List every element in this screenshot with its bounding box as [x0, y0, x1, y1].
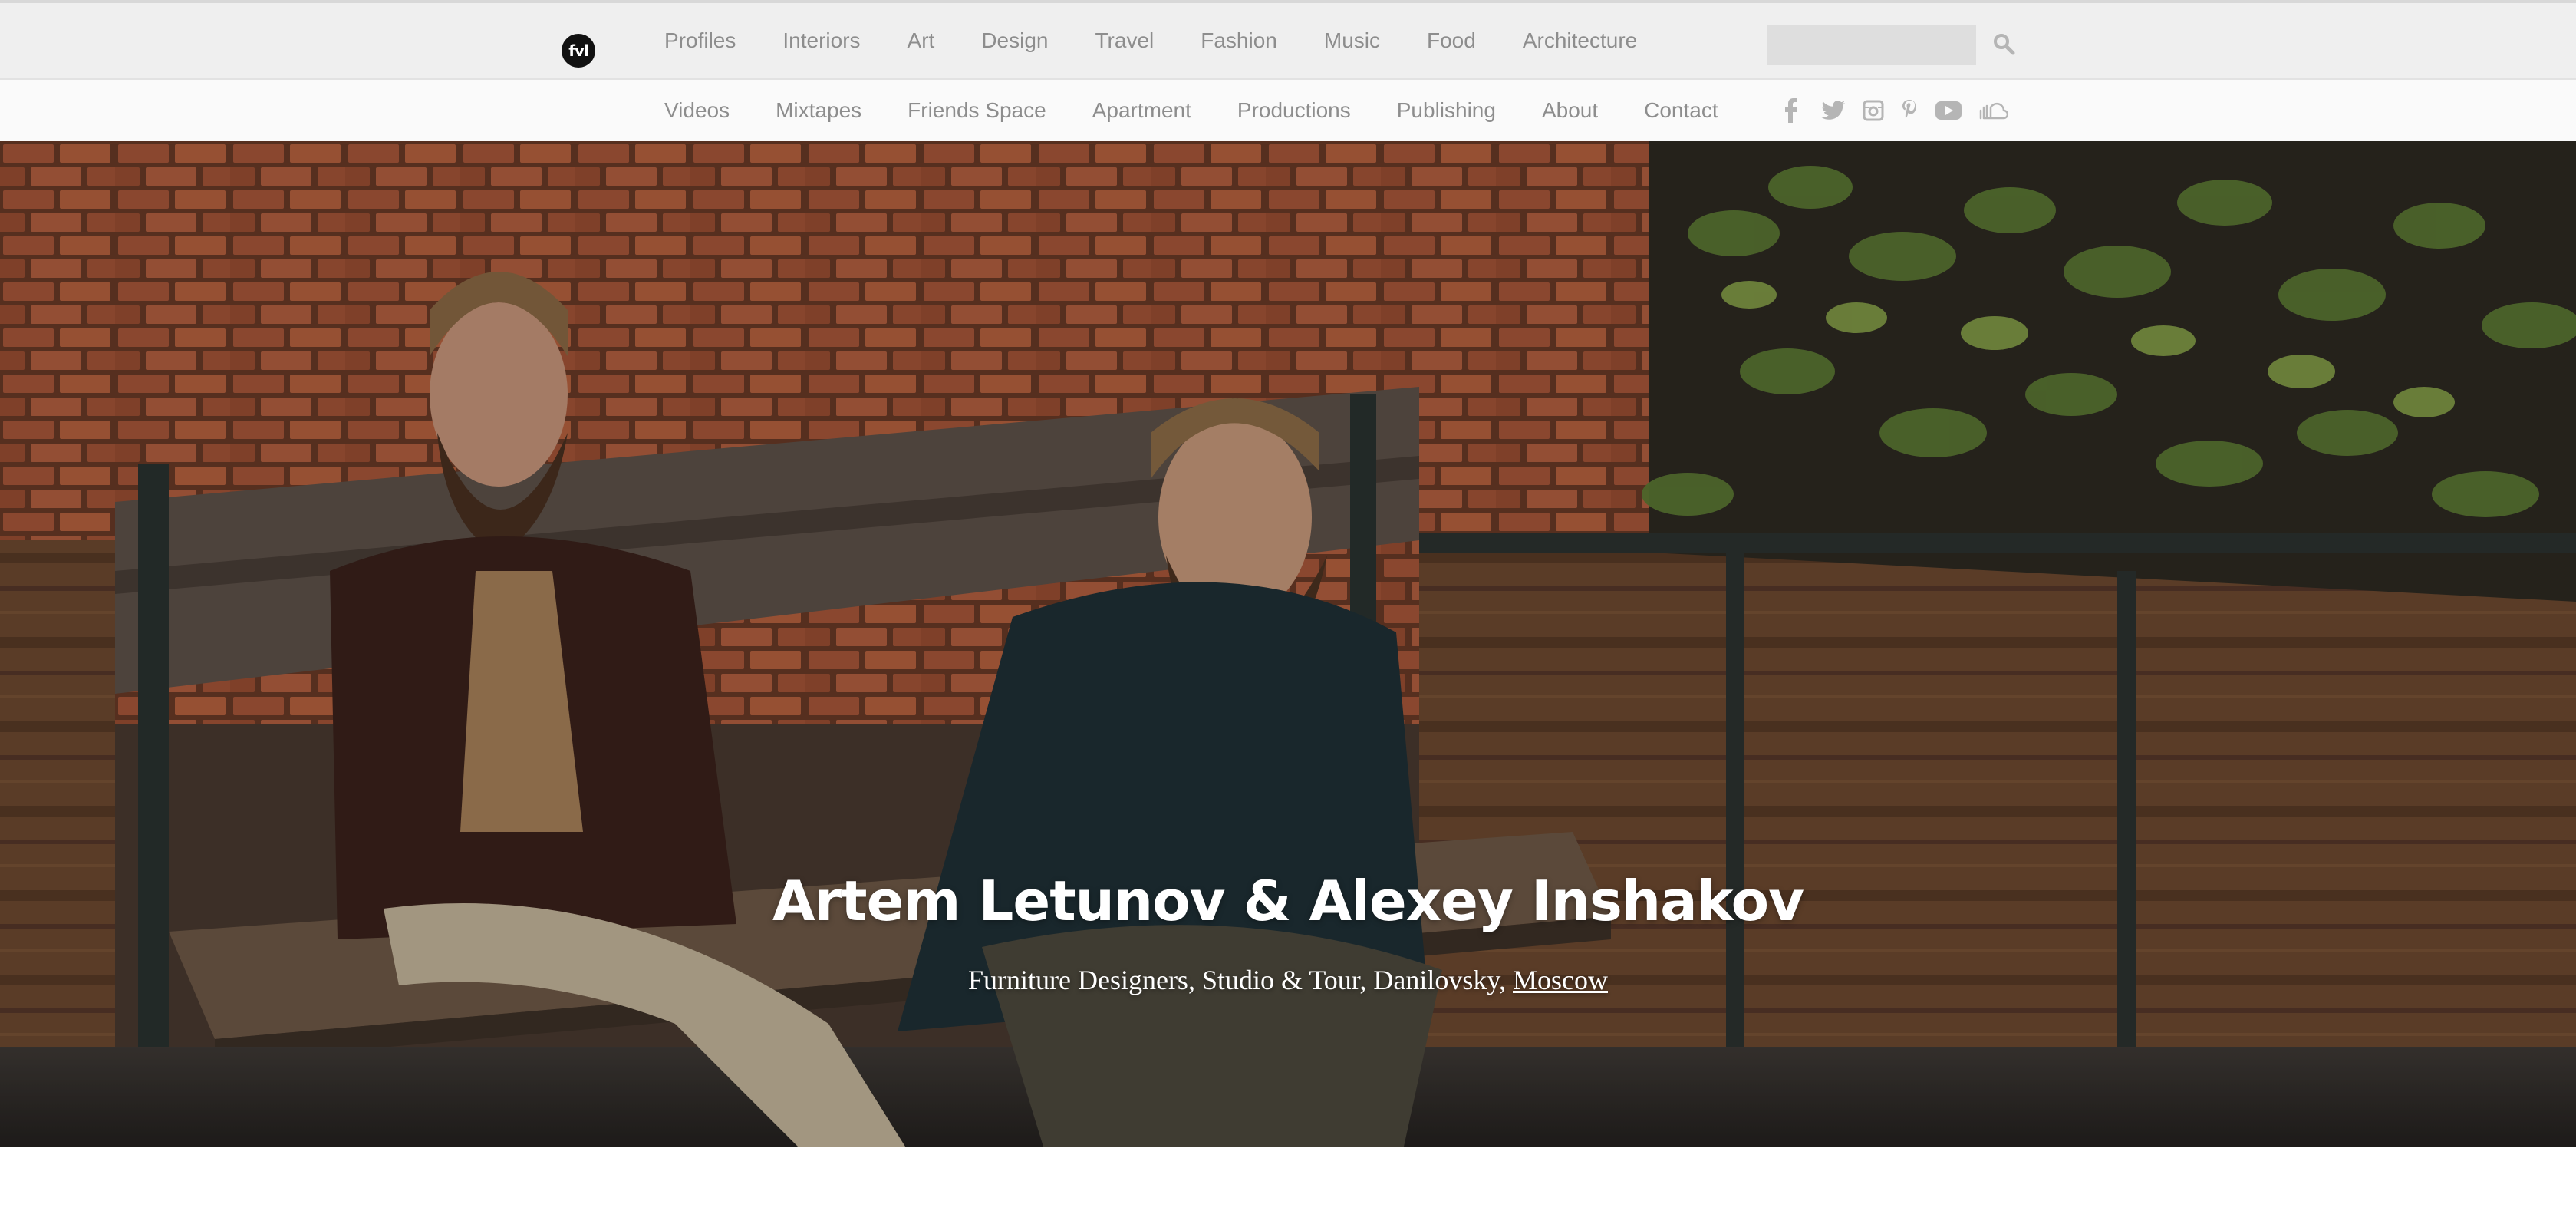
nav-item-apartment[interactable]: Apartment: [1092, 98, 1191, 123]
nav-item-fashion[interactable]: Fashion: [1201, 28, 1277, 53]
nav-item-profiles[interactable]: Profiles: [664, 28, 736, 53]
site-logo[interactable]: fvl: [562, 34, 595, 68]
nav-item-mixtapes[interactable]: Mixtapes: [776, 98, 861, 123]
twitter-icon[interactable]: [1821, 100, 1846, 121]
nav-item-productions[interactable]: Productions: [1237, 98, 1351, 123]
hero-title: Artem Letunov & Alexey Inshakov: [772, 869, 1804, 933]
nav-item-travel[interactable]: Travel: [1095, 28, 1154, 53]
nav-item-about[interactable]: About: [1542, 98, 1598, 123]
nav-item-food[interactable]: Food: [1427, 28, 1476, 53]
nav-item-videos[interactable]: Videos: [664, 98, 730, 123]
hero-subtitle: Furniture Designers, Studio & Tour, Dani…: [0, 964, 2576, 996]
nav-item-art[interactable]: Art: [908, 28, 935, 53]
primary-nav: Profiles Interiors Art Design Travel Fas…: [664, 3, 1684, 78]
pinterest-icon[interactable]: [1901, 99, 1918, 122]
nav-item-friends-space[interactable]: Friends Space: [908, 98, 1046, 123]
hero-section: Artem Letunov & Alexey Inshakov Furnitur…: [0, 141, 2576, 1147]
social-links: [1783, 95, 2008, 126]
search-icon[interactable]: [1991, 31, 2016, 56]
nav-item-interiors[interactable]: Interiors: [782, 28, 860, 53]
location-link[interactable]: Moscow: [1513, 965, 1608, 995]
nav-item-publishing[interactable]: Publishing: [1397, 98, 1496, 123]
nav-item-music[interactable]: Music: [1324, 28, 1380, 53]
nav-item-design[interactable]: Design: [981, 28, 1048, 53]
nav-item-contact[interactable]: Contact: [1644, 98, 1718, 123]
instagram-icon[interactable]: [1863, 100, 1884, 121]
facebook-icon[interactable]: [1783, 98, 1798, 123]
soundcloud-icon[interactable]: [1978, 100, 2008, 121]
nav-item-architecture[interactable]: Architecture: [1523, 28, 1637, 53]
youtube-icon[interactable]: [1935, 100, 1962, 121]
hero-subtitle-text: Furniture Designers, Studio & Tour, Dani…: [968, 965, 1513, 995]
secondary-nav: Videos Mixtapes Friends Space Apartment …: [664, 80, 1764, 141]
search-input[interactable]: [1767, 25, 1976, 65]
